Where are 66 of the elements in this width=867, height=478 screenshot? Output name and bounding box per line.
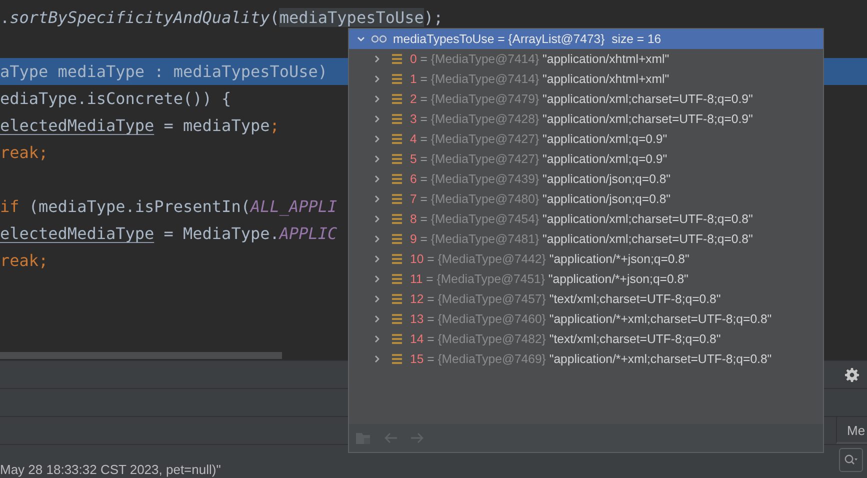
code-line: ediaType.isConcrete()) { bbox=[0, 88, 232, 110]
tree-item[interactable]: 14 = {MediaType@7482} "text/xml;charset=UTF-8;q=0.8" bbox=[410, 332, 721, 346]
tree-item[interactable]: 6 = {MediaType@7439} "application/json;q=0.8" bbox=[410, 172, 671, 186]
field-icon bbox=[392, 314, 402, 324]
tree-item[interactable]: 9 = {MediaType@7481} "application/xml;charset=UTF-8;q=0.8" bbox=[410, 232, 753, 246]
chevron-icon[interactable] bbox=[372, 214, 382, 224]
field-icon bbox=[392, 354, 402, 364]
tree-item[interactable]: 5 = {MediaType@7427} "application/xml;q=0.9" bbox=[410, 152, 668, 166]
code-line: if (mediaType.isPresentIn(ALL_APPLI bbox=[0, 196, 338, 218]
chevron-icon[interactable] bbox=[372, 74, 382, 84]
tree-item[interactable]: 15 = {MediaType@7469} "application/*+xml;charset=UTF-8;q=0.8" bbox=[410, 352, 772, 366]
field-icon bbox=[392, 114, 402, 124]
field-icon bbox=[392, 334, 402, 344]
field-icon bbox=[392, 134, 402, 144]
chevron-icon[interactable] bbox=[372, 134, 382, 144]
tree-header[interactable]: mediaTypesToUse = {ArrayList@7473} size = 16 bbox=[349, 29, 823, 49]
code-line: .sortBySpecificityAndQuality(mediaTypesToUse); bbox=[0, 7, 444, 29]
field-icon bbox=[392, 74, 402, 84]
tree-item[interactable]: 3 = {MediaType@7428} "application/xml;charset=UTF-8;q=0.9" bbox=[410, 112, 753, 126]
field-icon bbox=[392, 274, 402, 284]
glasses-icon bbox=[371, 35, 387, 43]
tree-item[interactable]: 8 = {MediaType@7454} "application/xml;charset=UTF-8;q=0.8" bbox=[410, 212, 753, 226]
field-icon bbox=[392, 154, 402, 164]
settings-icon[interactable] bbox=[845, 368, 859, 382]
tree-item[interactable]: 12 = {MediaType@7457} "text/xml;charset=UTF-8;q=0.8" bbox=[410, 292, 721, 306]
tree-item[interactable]: 10 = {MediaType@7442} "application/*+json;q=0.8" bbox=[410, 252, 690, 266]
field-icon bbox=[392, 294, 402, 304]
chevron-icon[interactable] bbox=[372, 154, 382, 164]
chevron-icon[interactable] bbox=[372, 174, 382, 184]
tree-item[interactable]: 1 = {MediaType@7414} "application/xhtml+xml" bbox=[410, 72, 670, 86]
console-line: May 28 18:33:32 CST 2023, pet=null)" bbox=[0, 462, 221, 477]
tree-item[interactable]: 4 = {MediaType@7427} "application/xml;q=0.9" bbox=[410, 132, 668, 146]
chevron-icon[interactable] bbox=[372, 114, 382, 124]
code-line: electedMediaType = mediaType; bbox=[0, 115, 280, 137]
search-button[interactable] bbox=[839, 448, 863, 472]
chevron-icon[interactable] bbox=[372, 94, 382, 104]
chevron-icon[interactable] bbox=[372, 54, 382, 64]
field-icon bbox=[392, 174, 402, 184]
code-line: reak; bbox=[0, 250, 48, 272]
chevron-icon[interactable] bbox=[372, 274, 382, 284]
chevron-icon[interactable] bbox=[372, 254, 382, 264]
field-icon bbox=[392, 254, 402, 264]
tree-item[interactable]: 2 = {MediaType@7479} "application/xml;charset=UTF-8;q=0.9" bbox=[410, 92, 753, 106]
field-icon bbox=[392, 94, 402, 104]
tree-item[interactable]: 11 = {MediaType@7451} "application/*+json;q=0.8" bbox=[410, 272, 688, 286]
chevron-icon[interactable] bbox=[372, 334, 382, 344]
field-icon bbox=[392, 54, 402, 64]
chevron-icon[interactable] bbox=[372, 314, 382, 324]
field-icon bbox=[392, 194, 402, 204]
tree-item[interactable]: 0 = {MediaType@7414} "application/xhtml+xml" bbox=[410, 52, 670, 66]
tree-item[interactable]: 7 = {MediaType@7480} "application/json;q=0.8" bbox=[410, 192, 671, 206]
code-line: reak; bbox=[0, 142, 48, 164]
chevron-icon[interactable] bbox=[372, 294, 382, 304]
tree-item[interactable]: 13 = {MediaType@7460} "application/*+xml;charset=UTF-8;q=0.8" bbox=[410, 312, 772, 326]
chevron-icon[interactable] bbox=[356, 34, 366, 44]
scrollbar[interactable] bbox=[0, 352, 282, 359]
search-icon bbox=[844, 454, 858, 466]
code-line: electedMediaType = MediaType.APPLIC bbox=[0, 223, 338, 245]
variable-label: mediaTypesToUse = {ArrayList@7473} size = 16 bbox=[393, 32, 662, 46]
chevron-icon[interactable] bbox=[372, 354, 382, 364]
chevron-icon[interactable] bbox=[372, 194, 382, 204]
code-line: aType mediaType : mediaTypesToUse) bbox=[0, 61, 328, 83]
field-icon bbox=[392, 214, 402, 224]
chevron-icon[interactable] bbox=[372, 234, 382, 244]
field-icon bbox=[392, 234, 402, 244]
side-tab[interactable]: Me bbox=[836, 417, 867, 444]
